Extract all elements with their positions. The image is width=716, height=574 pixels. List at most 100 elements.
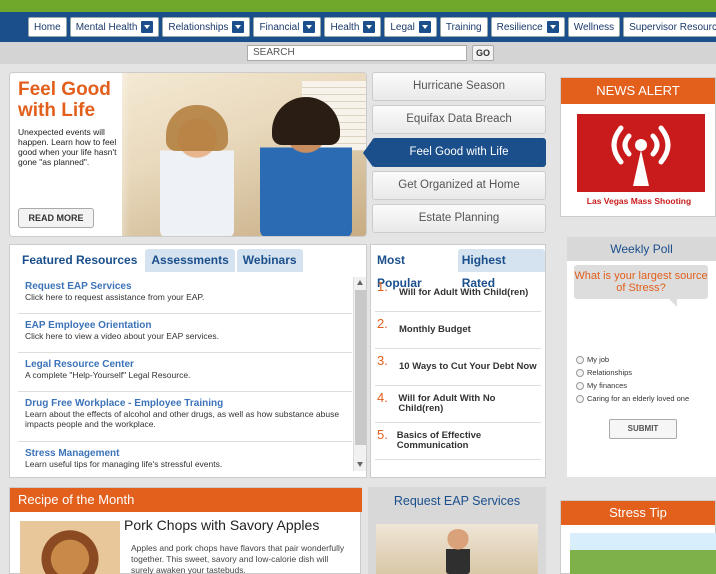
popular-item[interactable]: 5. Basics of Effective Communication	[375, 423, 541, 460]
featured-item[interactable]: EAP Employee Orientation Click here to vi…	[18, 314, 352, 353]
dropdown-arrow-icon[interactable]	[303, 21, 316, 33]
nav-item-financial[interactable]: Financial	[253, 17, 322, 37]
radio-button[interactable]	[576, 355, 584, 364]
popular-item[interactable]: 2. Monthly Budget	[375, 312, 541, 349]
nav-label: Home	[34, 21, 61, 33]
dropdown-arrow-icon[interactable]	[141, 21, 154, 33]
nav-item-relationships[interactable]: Relationships	[162, 17, 251, 37]
broadcast-svg	[611, 125, 671, 186]
featured-item-title[interactable]: EAP Employee Orientation	[25, 320, 345, 331]
popular-item-title[interactable]: Will for Adult With Child(ren)	[399, 288, 528, 298]
tab-webinars[interactable]: Webinars	[236, 249, 303, 272]
recipe-title[interactable]: Pork Chops with Savory Apples	[124, 517, 319, 533]
hero-tab[interactable]: Estate Planning	[372, 204, 546, 233]
dropdown-arrow-icon[interactable]	[546, 21, 559, 33]
news-caption[interactable]: Las Vegas Mass Shooting	[561, 196, 716, 206]
nav-item-resilience[interactable]: Resilience	[490, 17, 565, 37]
popular-item-title[interactable]: 10 Ways to Cut Your Debt Now	[399, 362, 537, 372]
poll-option-label: Relationships	[587, 368, 633, 377]
radio-button[interactable]	[576, 394, 584, 403]
popular-item-number: 3.	[377, 353, 388, 368]
poll-option-label: My job	[587, 355, 610, 364]
popular-panel: Most Popular Highest Rated 1. Will for Adu…	[370, 244, 546, 478]
go-button[interactable]: GO	[472, 45, 494, 61]
popular-item-number: 2.	[377, 316, 388, 331]
radio-button[interactable]	[576, 368, 584, 377]
main-nav: Home Mental Health Relationships Financial H…	[28, 17, 716, 37]
poll-question: What is your largest source of Stress?	[574, 265, 708, 307]
tab-featured-resources[interactable]: Featured Resources	[16, 249, 144, 272]
featured-item[interactable]: Drug Free Workplace - Employee Training L…	[18, 392, 352, 442]
nav-label: Wellness	[573, 21, 615, 33]
popular-item[interactable]: 3. 10 Ways to Cut Your Debt Now	[375, 349, 541, 386]
hero-tab[interactable]: Feel Good with Life	[363, 138, 546, 167]
popular-item-title[interactable]: Monthly Budget	[399, 325, 471, 335]
popular-item[interactable]: 1. Will for Adult With Child(ren)	[375, 275, 541, 312]
scroll-up-icon[interactable]	[357, 280, 363, 285]
nav-item-legal[interactable]: Legal	[384, 17, 437, 37]
featured-item-title[interactable]: Stress Management	[25, 448, 345, 459]
hero-tab[interactable]: Hurricane Season	[372, 72, 546, 101]
scroll-thumb[interactable]	[355, 290, 366, 445]
request-panel: Request EAP Services	[368, 487, 546, 574]
dropdown-arrow-icon[interactable]	[418, 21, 431, 33]
nav-label: Training	[445, 21, 482, 33]
featured-item[interactable]: Stress Management Learn useful tips for m…	[18, 442, 352, 473]
poll-option[interactable]: Caring for an elderly loved one	[576, 392, 689, 405]
featured-item-desc: A complete "Help-Yourself" Legal Resourc…	[25, 370, 191, 380]
nav-item-training[interactable]: Training	[439, 17, 488, 37]
top-accent-bar	[0, 0, 716, 12]
poll-option-label: My finances	[587, 381, 628, 390]
news-header: NEWS ALERT	[561, 78, 715, 104]
popular-tabs: Most Popular Highest Rated	[373, 249, 545, 290]
featured-list: Request EAP Services Click here to reques…	[18, 275, 352, 473]
featured-item[interactable]: Legal Resource Center A complete "Help-Yo…	[18, 353, 352, 392]
nav-item-mental-health[interactable]: Mental Health	[69, 17, 160, 37]
broadcast-icon[interactable]	[577, 114, 705, 192]
popular-item-title[interactable]: Will for Adult With No Child(ren)	[398, 394, 539, 414]
featured-tabs: Featured Resources Assessments Webinars	[16, 249, 303, 272]
scroll-down-icon[interactable]	[357, 462, 363, 467]
featured-panel: Featured Resources Assessments Webinars Re…	[9, 244, 367, 478]
search-input[interactable]: SEARCH	[247, 45, 467, 61]
recipe-header: Recipe of the Month	[10, 488, 362, 512]
recipe-photo	[20, 521, 120, 574]
tab-assessments[interactable]: Assessments	[145, 249, 235, 272]
nav-label: Financial	[259, 21, 300, 33]
nav-item-health[interactable]: Health	[324, 17, 382, 37]
tab-highest-rated[interactable]: Highest Rated	[457, 249, 545, 290]
hero-banner: Feel Good with Life Unexpected events wi…	[9, 72, 367, 237]
recipe-panel: Recipe of the Month Pork Chops with Savo…	[9, 487, 362, 574]
poll-submit-button[interactable]: SUBMIT	[609, 419, 677, 439]
dropdown-arrow-icon[interactable]	[232, 21, 245, 33]
dropdown-arrow-icon[interactable]	[363, 21, 376, 33]
poll-option[interactable]: Relationships	[576, 366, 689, 379]
nav-item-supervisor-resources[interactable]: Supervisor Resources	[623, 17, 716, 37]
radio-button[interactable]	[576, 381, 584, 390]
stress-tip-panel: Stress Tip	[560, 500, 716, 574]
hero-description: Unexpected events will happen. Learn how…	[18, 127, 117, 167]
nav-item-home[interactable]: Home	[28, 17, 67, 37]
hero-tab[interactable]: Get Organized at Home	[372, 171, 546, 200]
popular-item-number: 5.	[377, 427, 388, 442]
featured-item-title[interactable]: Legal Resource Center	[25, 359, 345, 370]
featured-item-title[interactable]: Request EAP Services	[25, 281, 345, 292]
featured-scrollbar[interactable]	[353, 277, 366, 471]
featured-item-desc: Learn about the effects of alcohol and o…	[25, 409, 340, 429]
featured-item-title[interactable]: Drug Free Workplace - Employee Training	[25, 398, 345, 409]
poll-option[interactable]: My finances	[576, 379, 689, 392]
stress-tip-photo	[570, 533, 716, 574]
popular-item-title[interactable]: Basics of Effective Communication	[397, 431, 539, 451]
popular-list: 1. Will for Adult With Child(ren) 2. Monthl…	[375, 275, 541, 460]
stress-tip-header: Stress Tip	[561, 501, 715, 525]
nav-label: Supervisor Resources	[629, 21, 716, 33]
read-more-button[interactable]: READ MORE	[18, 208, 94, 228]
poll-option[interactable]: My job	[576, 353, 689, 366]
featured-item[interactable]: Request EAP Services Click here to reques…	[18, 275, 352, 314]
request-header[interactable]: Request EAP Services	[368, 494, 546, 508]
request-photo[interactable]	[376, 524, 538, 574]
nav-item-wellness[interactable]: Wellness	[567, 17, 621, 37]
tab-most-popular[interactable]: Most Popular	[373, 249, 456, 290]
hero-tab[interactable]: Equifax Data Breach	[372, 105, 546, 134]
popular-item[interactable]: 4. Will for Adult With No Child(ren)	[375, 386, 541, 423]
